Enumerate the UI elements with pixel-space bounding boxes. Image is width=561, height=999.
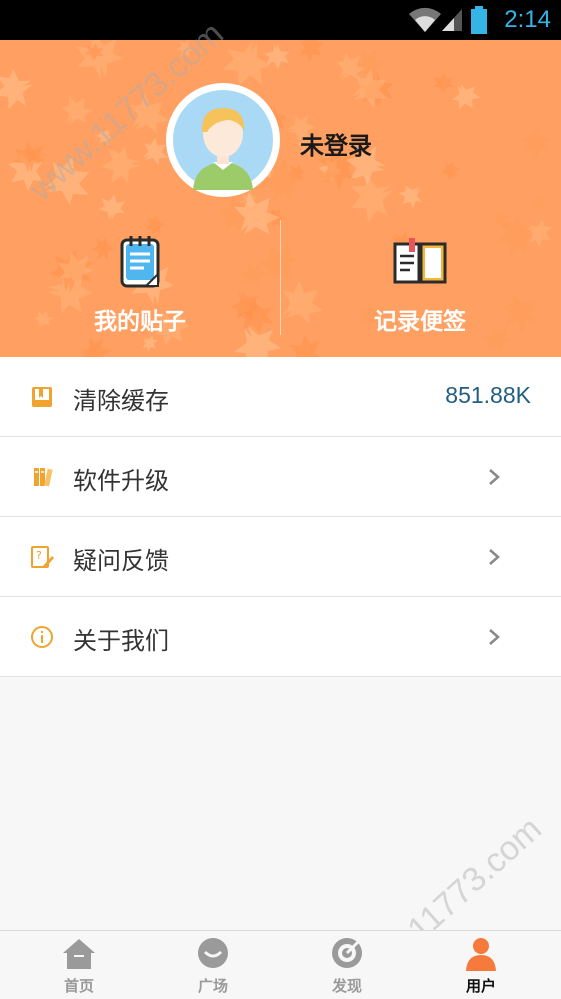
tab-square[interactable]: 广场 (146, 931, 280, 999)
feedback-row[interactable]: ? 疑问反馈 (0, 517, 561, 597)
avatar[interactable] (166, 83, 280, 197)
tab-square-label: 广场 (197, 977, 228, 995)
home-icon (63, 939, 95, 969)
software-update-row[interactable]: 软件升级 (0, 437, 561, 517)
tab-home-label: 首页 (63, 977, 94, 995)
software-update-label: 软件升级 (73, 467, 169, 495)
open-book-icon (393, 238, 447, 284)
feedback-label: 疑问反馈 (73, 547, 169, 575)
avatar-boy-icon (173, 90, 273, 190)
chevron-right-icon (489, 629, 500, 645)
info-circle-icon (31, 626, 53, 648)
tab-user[interactable]: 用户 (414, 931, 548, 999)
question-note-icon: ? (31, 546, 54, 568)
notes-button[interactable]: 记录便签 (280, 230, 560, 340)
cache-size-value: 851.88K (445, 382, 531, 408)
wifi-icon (409, 7, 441, 32)
notepad-icon (120, 236, 160, 288)
cache-book-icon (32, 387, 52, 407)
my-posts-button[interactable]: 我的贴子 (0, 230, 280, 340)
tab-discover[interactable]: 发现 (280, 931, 414, 999)
clear-cache-row[interactable]: 清除缓存 851.88K (0, 357, 561, 437)
chevron-right-icon (489, 469, 500, 485)
signal-icon (442, 9, 462, 31)
tab-user-label: 用户 (465, 977, 496, 995)
about-us-row[interactable]: 关于我们 (0, 597, 561, 677)
chevron-right-icon (489, 549, 500, 565)
clear-cache-label: 清除缓存 (73, 387, 169, 415)
profile-header: 未登录 我的贴子 记录便签 (0, 40, 561, 357)
notes-label: 记录便签 (374, 309, 466, 335)
tab-discover-label: 发现 (331, 977, 362, 995)
settings-menu: 清除缓存 851.88K 软件升级 ? 疑问反馈 关于我们 (0, 357, 561, 677)
user-icon (466, 938, 496, 971)
svg-text:?: ? (36, 549, 42, 562)
books-icon (34, 468, 53, 487)
discover-target-icon (332, 938, 362, 968)
status-time: 2:14 (504, 6, 551, 33)
about-us-label: 关于我们 (73, 627, 169, 655)
chat-bubble-icon (198, 938, 228, 968)
tab-home[interactable]: 首页 (12, 931, 146, 999)
bottom-tab-bar: 首页 广场 发现 用户 (0, 930, 561, 999)
my-posts-label: 我的贴子 (94, 309, 186, 335)
battery-icon (471, 6, 487, 34)
login-status[interactable]: 未登录 (300, 126, 372, 161)
status-bar: 2:14 (0, 0, 561, 40)
